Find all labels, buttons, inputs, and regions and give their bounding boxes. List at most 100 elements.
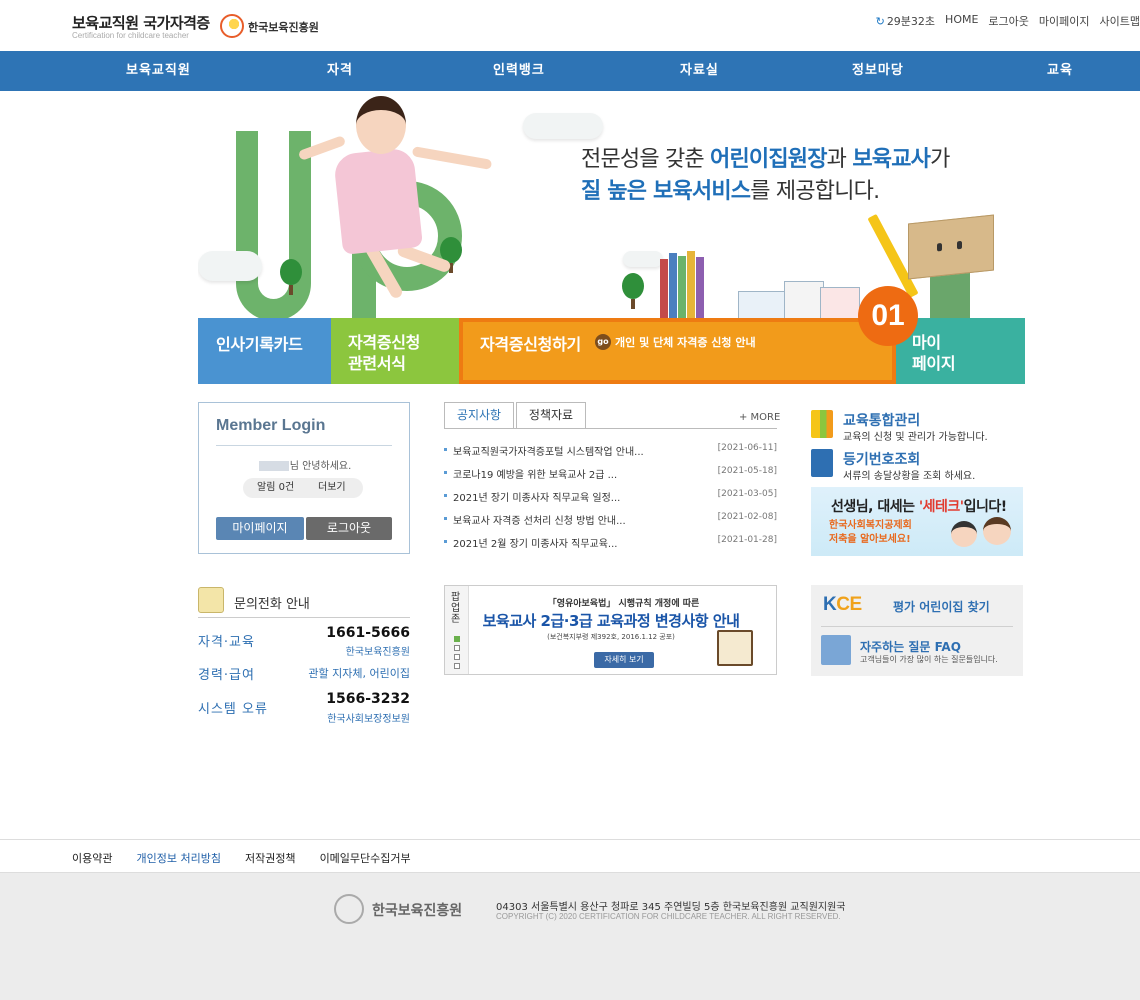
login-greeting: 님 안녕하세요. (199, 457, 411, 472)
main-nav: 보육교직원 자격 인력뱅크 자료실 정보마당 교육 (0, 51, 1140, 91)
book-illustration (660, 259, 668, 319)
popup-note: (보건복지부령 제392호, 2016.1.12 공포) (547, 633, 675, 641)
divider (821, 626, 1013, 627)
divider (198, 617, 410, 618)
tree-illustration (622, 273, 644, 309)
visual-headline-2: 질 높은 보육서비스를 제공합니다. (581, 179, 880, 204)
board-row[interactable]: 2021년 장기 미종사자 직무교육 일정... [2021-03-05] (444, 487, 777, 507)
popup-detail-button[interactable]: 자세히 보기 (594, 652, 654, 668)
girl-illustration (411, 146, 493, 170)
footer-link-terms[interactable]: 이용약관 (72, 850, 112, 866)
footer-link-privacy[interactable]: 개인정보 처리방침 (136, 850, 220, 866)
faq-subtext: 고객님들이 가장 많이 하는 질문들입니다. (860, 655, 998, 664)
notification-pill: 알림 0건 더보기 (243, 478, 363, 498)
girl-illustration (332, 147, 424, 255)
footer-copyright: COPYRIGHT (C) 2020 CERTIFICATION FOR CHI… (496, 912, 841, 921)
nav-item-qualification[interactable]: 자격 (327, 51, 353, 91)
refresh-icon[interactable]: ↻ (876, 15, 885, 28)
divider (0, 839, 1140, 840)
board-row[interactable]: 보육교직원국가자격증포털 시스템작업 안내... [2021-06-11] (444, 441, 777, 461)
book-icon (717, 630, 753, 666)
popup-zone: 팝업존 「영유아보육법」 시행규칙 개정에 따른 보육교사 2급·3급 교육과정… (444, 585, 777, 675)
book-illustration (696, 257, 704, 319)
main-visual: 전문성을 갖춘 어린이집원장과 보육교사가 질 높은 보육서비스를 제공합니다. (198, 91, 1025, 319)
footer-link-copyright[interactable]: 저작권정책 (245, 850, 296, 866)
go-icon: go (595, 334, 611, 350)
kcpi-logo-icon (220, 14, 244, 38)
box-character-illustration (930, 273, 970, 319)
setec-banner[interactable]: 선생님, 대세는 '세테크'입니다! 한국사회복지공제회 저축을 알아보세요! (811, 487, 1023, 556)
footer-logo-text: 한국보육진흥원 (372, 903, 463, 919)
apply-description: 개인 및 단체 자격증 신청 안내 (615, 336, 756, 349)
contact-number: 1566-3232 (326, 691, 410, 707)
popup-pager-dot[interactable] (454, 654, 460, 660)
cloud-illustration (198, 251, 262, 281)
notification-more-link[interactable]: 더보기 (318, 478, 346, 498)
kce-find-link[interactable]: 평가 어린이집 찾기 (893, 598, 990, 615)
notification-count: 알림 0건 (257, 482, 295, 493)
nav-item-info[interactable]: 정보마당 (852, 51, 904, 91)
house-illustration (738, 291, 788, 319)
site-logo-title[interactable]: 보육교직원 국가자격증 (72, 12, 210, 33)
kce-box: KCE 평가 어린이집 찾기 자주하는 질문 FAQ 고객님들이 가장 많이 하… (811, 585, 1023, 676)
mypage-button[interactable]: 마이페이지 (216, 517, 304, 540)
popup-pager-dot[interactable] (454, 645, 460, 651)
popup-pager-dot[interactable] (454, 663, 460, 669)
kid-illustration (951, 521, 977, 547)
contact-label: 경력·급여 (198, 668, 255, 683)
contact-number: 1661-5666 (326, 625, 410, 641)
notebook-icon (811, 449, 833, 477)
tab-policy[interactable]: 정책자료 (516, 402, 586, 429)
quick-menu-apply-certificate[interactable]: 자격증신청하기 go 개인 및 단체 자격증 신청 안내 (459, 318, 896, 384)
util-logout-link[interactable]: 로그아웃 (988, 13, 1028, 29)
tab-notices[interactable]: 공지사항 (444, 402, 514, 429)
divider (216, 445, 392, 446)
member-login-box: Member Login 님 안녕하세요. 알림 0건 더보기 마이페이지 로그… (198, 402, 410, 554)
board-row[interactable]: 보육교사 자격증 선처리 신청 방법 안내... [2021-02-08] (444, 510, 777, 530)
girl-illustration (356, 96, 406, 154)
quick-menu-forms[interactable]: 자격증신청 관련서식 (331, 318, 461, 384)
util-sitemap-link[interactable]: 사이트맵 (1100, 13, 1140, 29)
faq-link[interactable]: 자주하는 질문 FAQ (860, 638, 961, 655)
footer-link-no-email[interactable]: 이메일무단수집거부 (320, 850, 411, 866)
popup-zone-label: 팝업존 (445, 586, 469, 674)
org-logo-text[interactable]: 한국보육진흥원 (248, 19, 319, 35)
contact-label: 시스템 오류 (198, 702, 268, 717)
contact-org: 관할 지자체, 어린이집 (308, 667, 410, 680)
book-illustration (669, 253, 677, 319)
nav-item-hr-bank[interactable]: 인력뱅크 (493, 51, 545, 91)
footer-address: 04303 서울특별시 용산구 청파로 345 주연빌딩 5층 한국보육진흥원 … (496, 902, 846, 913)
footer-links: 이용약관 개인정보 처리방침 저작권정책 이메일무단수집거부 (72, 850, 411, 866)
contact-label: 자격·교육 (198, 635, 255, 650)
books-icon (811, 410, 833, 438)
quick-menu-hr-card[interactable]: 인사기록카드 (198, 318, 331, 384)
popup-pager-dot[interactable] (454, 636, 460, 642)
nav-item-staff[interactable]: 보육교직원 (126, 51, 191, 91)
logout-button[interactable]: 로그아웃 (306, 517, 392, 540)
utility-nav: ↻ 29분32초 HOME 로그아웃 마이페이지 사이트맵 (876, 13, 1140, 29)
setec-subtext: 한국사회복지공제회 저축을 알아보세요! (829, 520, 912, 545)
contact-org: 한국보육진흥원 (345, 647, 410, 658)
tree-illustration (280, 259, 302, 295)
edu-management-link[interactable]: 교육통합관리 교육의 신청 및 관리가 가능합니다. (811, 410, 1025, 443)
house-illustration (784, 281, 824, 319)
board-row[interactable]: 코로나19 예방을 위한 보육교사 2급 ... [2021-05-18] (444, 464, 777, 484)
board-row[interactable]: 2021년 2월 장기 미종사자 직무교육... [2021-01-28] (444, 533, 777, 553)
divider (444, 428, 777, 429)
util-home-link[interactable]: HOME (945, 13, 978, 29)
board-more-link[interactable]: + MORE (739, 412, 780, 423)
popup-headline: 보육교사 2급·3급 교육과정 변경사항 안내 (482, 612, 740, 630)
box-character-illustration (908, 214, 994, 280)
faq-icon (821, 635, 851, 665)
session-timer-text: 29분32초 (886, 15, 936, 28)
book-illustration (678, 256, 686, 319)
nav-item-education[interactable]: 교육 (1047, 51, 1073, 91)
util-mypage-link[interactable]: 마이페이지 (1039, 13, 1090, 29)
site-header: 보육교직원 국가자격증 Certification for childcare … (0, 0, 1140, 51)
registered-mail-link[interactable]: 등기번호조회 서류의 송달상황을 조회 하세요. (811, 449, 1025, 482)
contact-org: 한국사회보장정보원 (327, 714, 410, 725)
nav-item-library[interactable]: 자료실 (680, 51, 719, 91)
footer (0, 872, 1140, 1000)
cloud-illustration (623, 251, 663, 267)
kce-logo[interactable]: KCE (823, 594, 862, 616)
